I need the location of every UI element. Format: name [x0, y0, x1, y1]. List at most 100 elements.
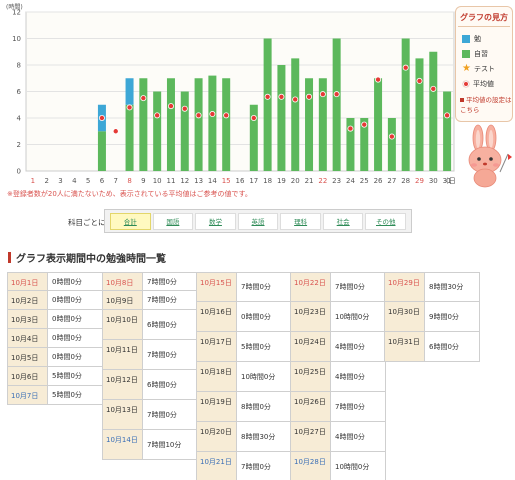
date-cell: 10月1日	[8, 273, 48, 290]
time-cell: 4時間0分	[331, 362, 385, 391]
table-row: 10月16日 0時間0分	[196, 302, 292, 332]
x-tick-label: 13	[194, 177, 203, 185]
x-tick-label: 22	[318, 177, 327, 185]
x-tick-label: 29	[415, 177, 424, 185]
tab-social[interactable]: 社会	[322, 212, 364, 230]
date-cell: 10月9日	[103, 291, 143, 309]
y-tick-label: 10	[12, 35, 21, 43]
average-point	[319, 91, 326, 98]
blue-square-icon	[462, 35, 470, 43]
table-column: 10月1日 0時間0分 10月2日 0時間0分 10月3日 0時間0分 10月4日 0時間0分…	[7, 272, 103, 405]
bar-self-study	[139, 78, 148, 171]
table-row: 10月18日 10時間0分	[196, 362, 292, 392]
time-cell: 6時間0分	[143, 370, 197, 399]
average-point	[278, 93, 285, 100]
tab-english[interactable]: 英語	[237, 212, 279, 230]
time-cell: 6時間0分	[425, 332, 479, 361]
x-tick-label: 24	[346, 177, 355, 185]
x-tick-label: 19	[277, 177, 286, 185]
table-row: 10月25日 4時間0分	[290, 362, 386, 392]
average-point	[140, 95, 147, 102]
legend-label: 平均値	[473, 80, 494, 88]
table-row: 10月9日 7時間0分	[102, 291, 198, 310]
date-cell: 10月19日	[197, 392, 237, 421]
bar-self-study	[153, 91, 162, 171]
tab-total[interactable]: 合計	[110, 212, 151, 230]
average-point	[402, 64, 409, 71]
table-row: 10月12日 6時間0分	[102, 370, 198, 400]
date-cell: 10月28日	[291, 452, 331, 480]
bar-self-study	[305, 78, 314, 171]
legend-label: 勉	[474, 35, 481, 43]
legend-divider	[458, 26, 510, 27]
table-row: 10月11日 7時間0分	[102, 340, 198, 370]
x-tick-label: 3	[58, 177, 62, 185]
table-row: 10月23日 10時間0分	[290, 302, 386, 332]
table-row: 10月27日 4時間0分	[290, 422, 386, 452]
table-title: グラフ表示期間中の勉強時間一覧	[16, 254, 166, 265]
date-cell: 10月25日	[291, 362, 331, 391]
y-tick-label: 0	[17, 168, 21, 176]
subject-filter-bar: 合計 国語 数学 英語 理科 社会 その他	[104, 209, 412, 233]
tab-japanese[interactable]: 国語	[152, 212, 194, 230]
study-time-chart: (時間) 024681012 1 2 3 4 5 6 7 8 9 10 11 12 13 14 15 16 17…	[6, 3, 455, 185]
table-row: 10月5日 0時間0分	[7, 348, 103, 367]
bar-self-study	[387, 118, 396, 171]
average-point	[388, 133, 395, 140]
time-cell: 7時間0分	[143, 273, 197, 290]
date-cell: 10月17日	[197, 332, 237, 361]
time-cell: 7時間0分	[143, 400, 197, 429]
date-cell: 10月8日	[103, 273, 143, 290]
date-cell: 10月18日	[197, 362, 237, 391]
time-cell: 0時間0分	[48, 291, 102, 309]
table-row: 10月29日 8時間30分	[384, 272, 480, 302]
chart-legend: グラフの見方 勉 自習 ★ テスト 平均値 平均値の設定はこちら	[455, 6, 513, 122]
x-tick-label: 11	[167, 177, 176, 185]
table-row: 10月14日 7時間10分	[102, 430, 198, 460]
legend-item-average: 平均値	[462, 79, 494, 89]
average-notice: ※登録者数が20人に満たないため、表示されている平均値はご参考の値です。	[7, 190, 252, 198]
bar-self-study	[291, 58, 300, 171]
average-point	[112, 128, 119, 135]
average-point	[167, 103, 174, 110]
time-cell: 8時間30分	[237, 422, 291, 451]
table-column: 10月29日 8時間30分 10月30日 9時間0分 10月31日 6時間0分	[384, 272, 480, 362]
date-cell: 10月12日	[103, 370, 143, 399]
average-point	[154, 112, 161, 119]
time-cell: 5時間0分	[48, 367, 102, 385]
table-row: 10月4日 0時間0分	[7, 329, 103, 348]
time-cell: 9時間0分	[425, 302, 479, 331]
time-cell: 7時間0分	[143, 340, 197, 369]
time-cell: 7時間0分	[331, 392, 385, 421]
table-row: 10月17日 5時間0分	[196, 332, 292, 362]
bar-self-study	[263, 38, 272, 171]
bar-self-study	[374, 78, 383, 171]
table-row: 10月31日 6時間0分	[384, 332, 480, 362]
date-cell: 10月6日	[8, 367, 48, 385]
legend-item-test: ★ テスト	[462, 64, 495, 74]
x-tick-label: 21	[305, 177, 314, 185]
x-tick-label: 17	[249, 177, 258, 185]
x-tick-label: 9	[141, 177, 145, 185]
x-tick-label: 25	[360, 177, 369, 185]
x-tick-label: 4	[72, 177, 77, 185]
time-cell: 0時間0分	[48, 329, 102, 347]
table-row: 10月13日 7時間0分	[102, 400, 198, 430]
date-cell: 10月14日	[103, 430, 143, 459]
bar-self-study	[429, 51, 438, 171]
x-tick-label: 1	[31, 177, 35, 185]
y-tick-label: 8	[17, 62, 21, 70]
x-tick-label: 23	[332, 177, 341, 185]
average-setting-link[interactable]: 平均値の設定はこちら	[460, 95, 512, 115]
tab-other[interactable]: その他	[365, 212, 407, 230]
tab-science[interactable]: 理科	[280, 212, 321, 230]
x-tick-label: 14	[208, 177, 217, 185]
bar-self-study	[166, 78, 175, 171]
average-point	[375, 76, 382, 83]
tab-math[interactable]: 数学	[195, 212, 236, 230]
average-point	[250, 115, 257, 122]
date-cell: 10月10日	[103, 310, 143, 339]
bar-self-study	[194, 78, 203, 171]
date-cell: 10月30日	[385, 302, 425, 331]
bar-self-study	[443, 91, 452, 171]
